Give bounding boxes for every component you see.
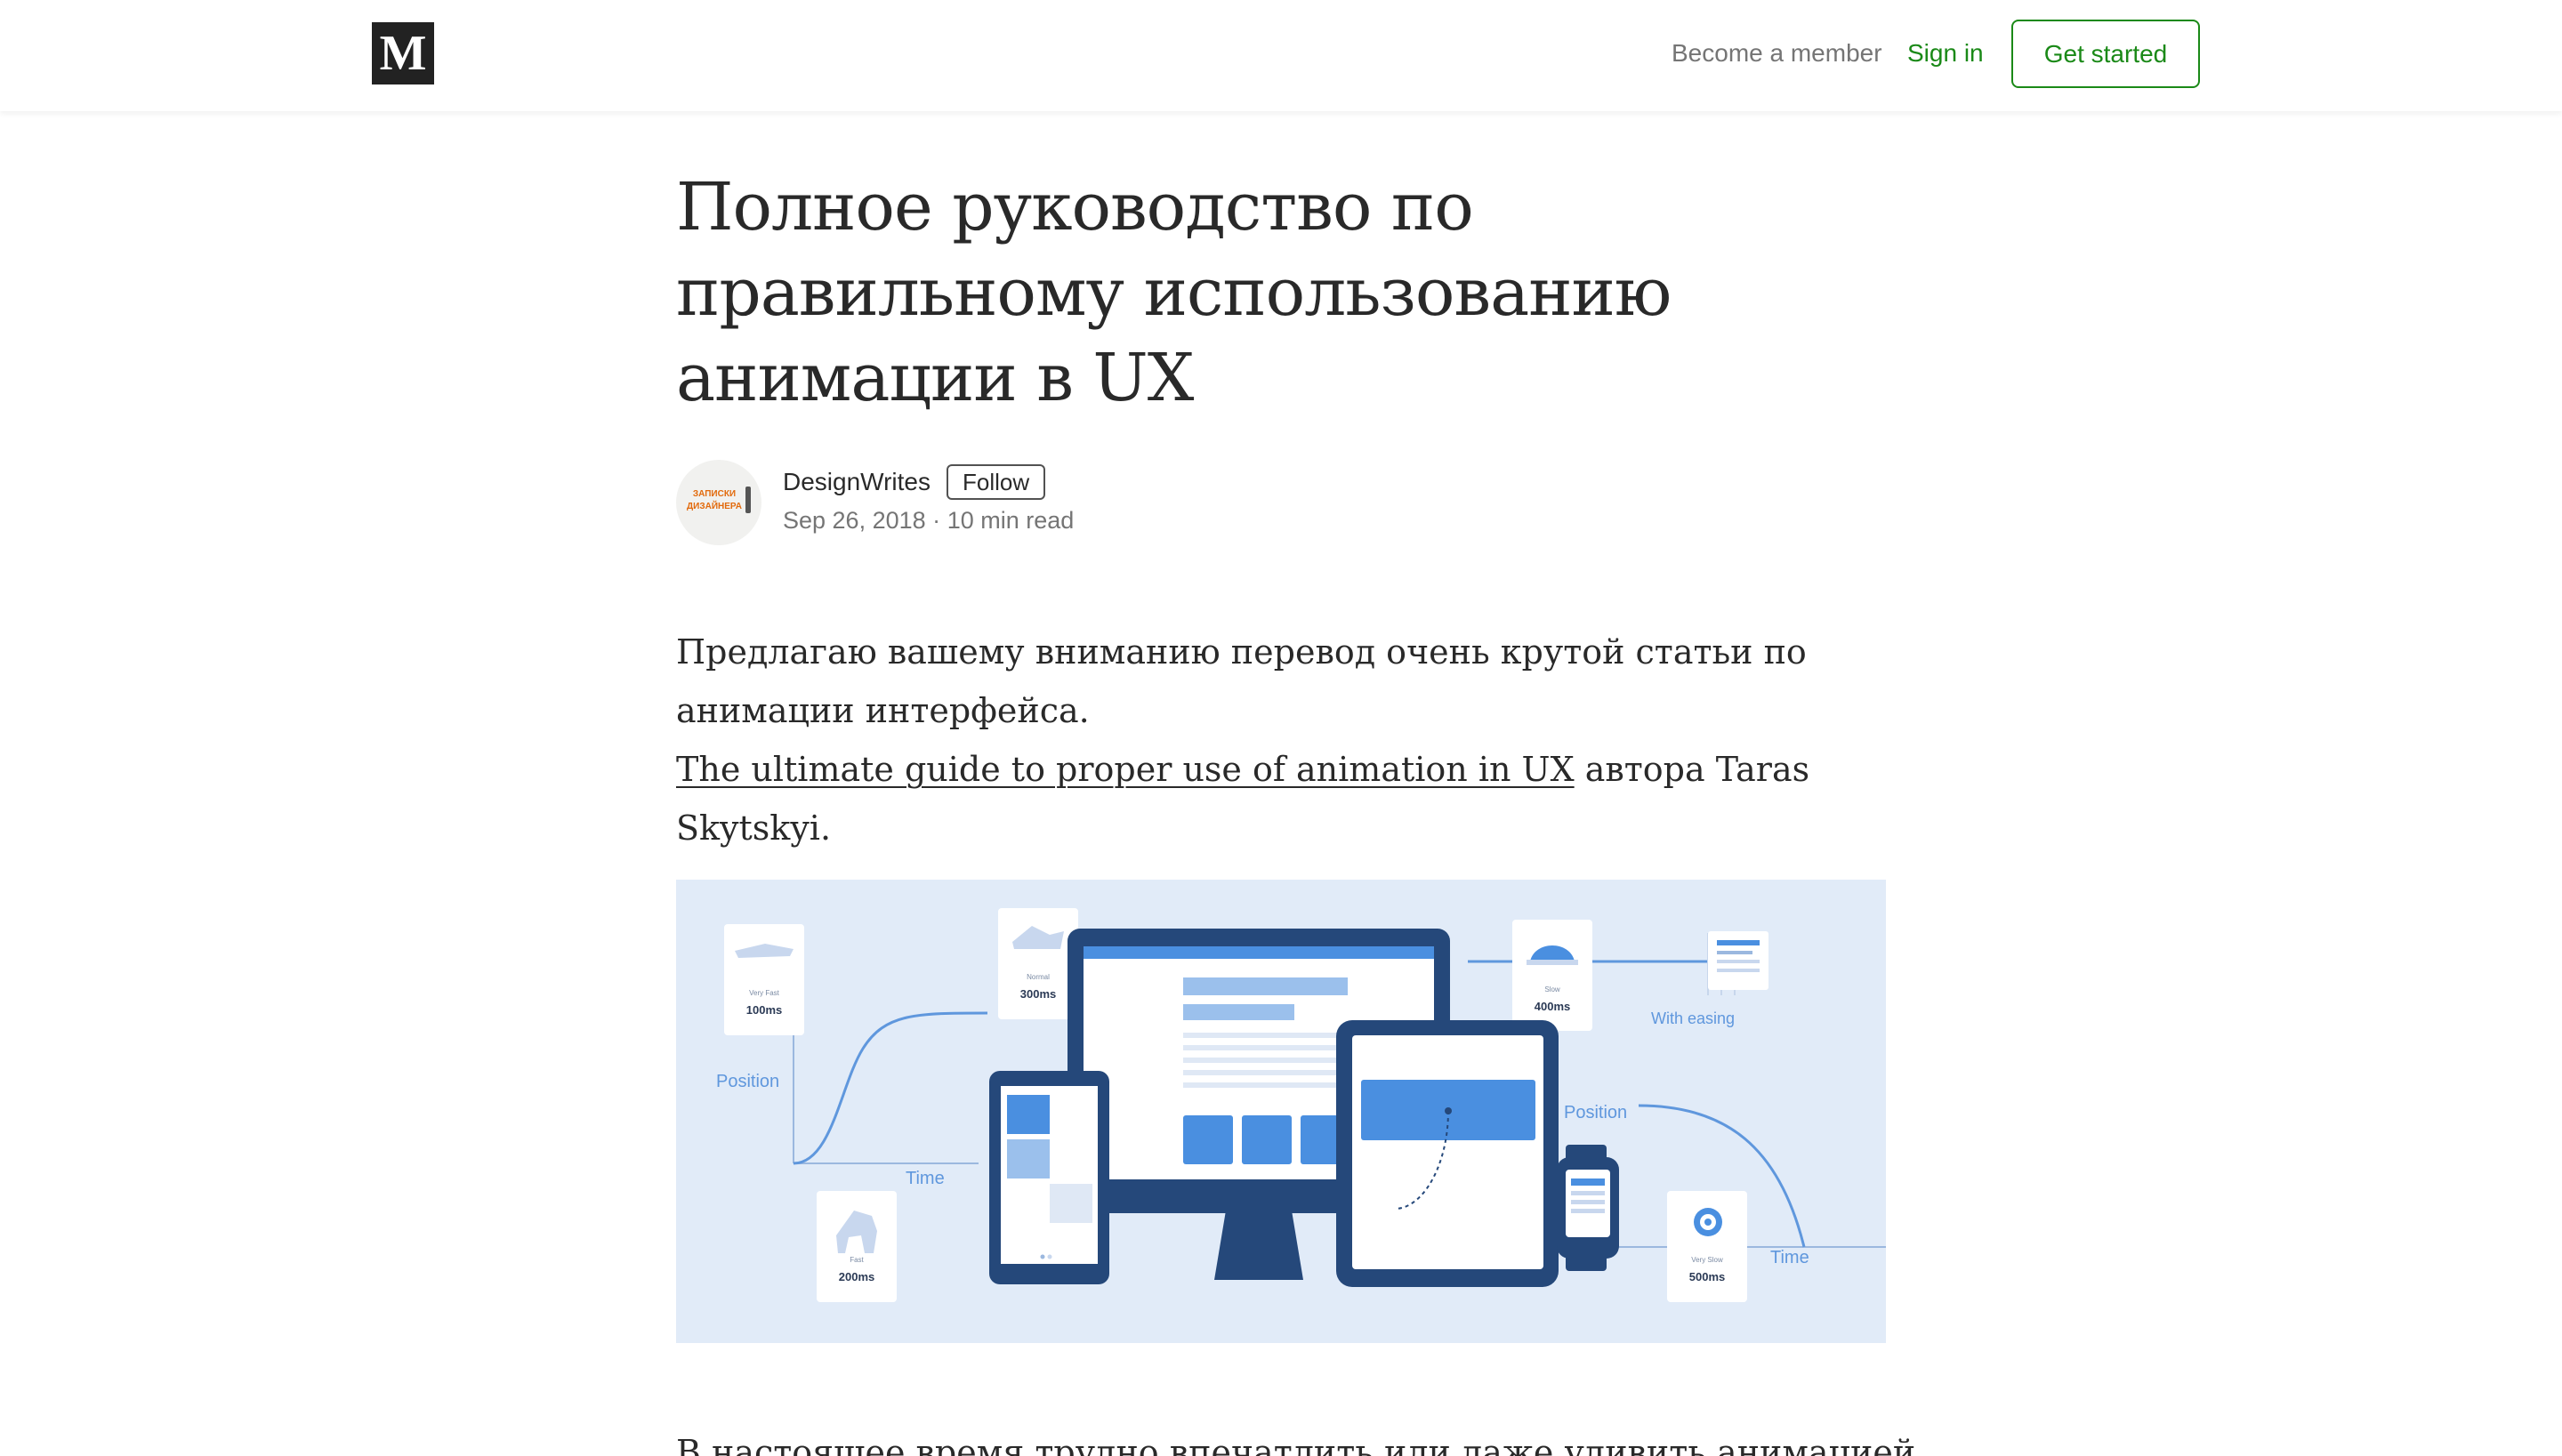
speed-card-200ms: Fast 200ms — [817, 1191, 897, 1302]
svg-text:Very Fast: Very Fast — [749, 989, 780, 997]
right-time-label: Time — [1770, 1248, 1809, 1267]
hero-illustration: Position Time With easing Position Time … — [676, 880, 1886, 1343]
document-card — [1708, 931, 1768, 990]
author-avatar[interactable]: ЗАПИСКИ ДИЗАЙНЕРА — [676, 460, 761, 545]
svg-text:Normal: Normal — [1027, 973, 1050, 981]
tablet-illustration — [1336, 1020, 1559, 1287]
follow-button[interactable]: Follow — [947, 464, 1046, 500]
pencil-icon — [745, 487, 751, 513]
top-navigation: M Become a member Sign in Get started — [0, 0, 2562, 111]
svg-text:Slow: Slow — [1544, 985, 1560, 993]
phone-illustration — [989, 1071, 1109, 1284]
speed-card-100ms: Very Fast 100ms — [724, 924, 804, 1035]
read-time: 10 min read — [947, 507, 1075, 534]
get-started-button[interactable]: Get started — [2011, 20, 2200, 88]
intro-text: Предлагаю вашему вниманию перевод очень … — [676, 632, 1807, 730]
svg-text:200ms: 200ms — [839, 1270, 874, 1283]
intro-source-line: The ultimate guide to proper use of anim… — [676, 740, 1886, 857]
intro-paragraph: Предлагаю вашему вниманию перевод очень … — [676, 623, 1886, 857]
left-time-label: Time — [906, 1169, 945, 1188]
left-position-label: Position — [716, 1072, 779, 1091]
svg-text:Fast: Fast — [850, 1256, 864, 1264]
publish-date[interactable]: Sep 26, 2018 — [783, 507, 926, 534]
with-easing-label: With easing — [1651, 1010, 1735, 1027]
svg-text:300ms: 300ms — [1020, 987, 1056, 1001]
avatar-logo-text: ЗАПИСКИ ДИЗАЙНЕРА — [687, 489, 742, 511]
become-member-link[interactable]: Become a member — [1672, 36, 1882, 71]
svg-text:400ms: 400ms — [1535, 1000, 1570, 1013]
medium-logo[interactable]: M — [372, 22, 434, 84]
left-ease-curve — [793, 1011, 988, 1165]
article-paragraph-2: В настоящее время трудно впечатлить или … — [676, 1433, 1916, 1456]
speed-card-400ms: Slow 400ms — [1512, 920, 1592, 1031]
article-meta: Sep 26, 2018 · 10 min read — [783, 504, 1074, 536]
author-name-link[interactable]: DesignWrites — [783, 464, 931, 500]
sign-in-link[interactable]: Sign in — [1907, 36, 1984, 71]
speed-card-500ms: Very Slow 500ms — [1667, 1191, 1747, 1302]
speed-card-300ms: Normal 300ms — [998, 908, 1078, 1019]
article-title: Полное руководство по правильному исполь… — [676, 169, 1672, 416]
svg-text:100ms: 100ms — [746, 1003, 782, 1017]
watch-illustration — [1557, 1145, 1619, 1271]
svg-text:Very Slow: Very Slow — [1691, 1256, 1723, 1264]
right-position-label: Position — [1564, 1103, 1627, 1122]
source-article-link[interactable]: The ultimate guide to proper use of anim… — [676, 750, 1575, 789]
svg-text:500ms: 500ms — [1689, 1270, 1725, 1283]
meta-separator: · — [932, 507, 941, 534]
